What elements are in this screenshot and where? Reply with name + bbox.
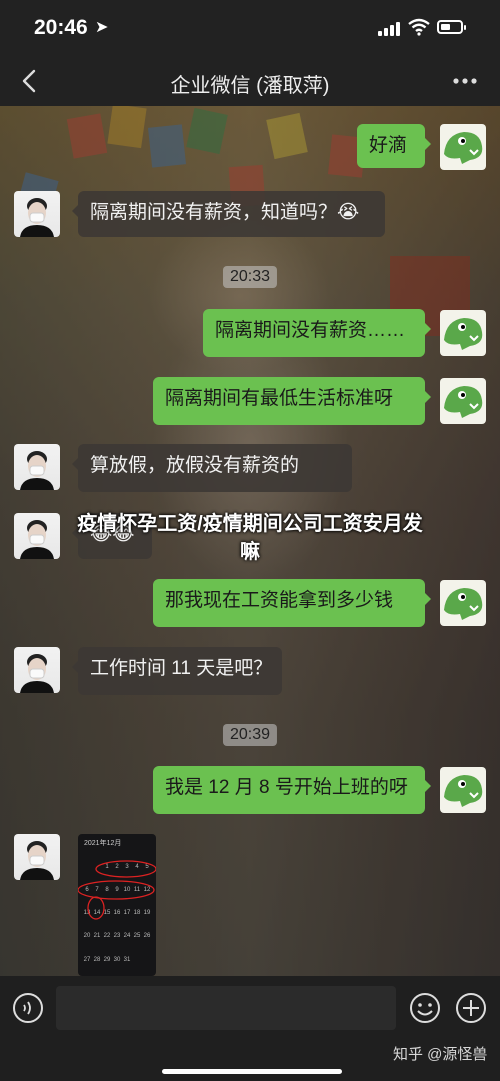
- person-avatar-icon[interactable]: [14, 191, 60, 237]
- chat-screen: 20:46 ➤ 企业微信 (潘取萍) 好滴 隔离期间没有薪资，知道吗？😭 20:…: [0, 0, 500, 1081]
- message-bubble-outgoing[interactable]: 隔离期间没有薪资……: [203, 309, 431, 357]
- location-arrow-icon: ➤: [95, 19, 109, 36]
- emoji-icon[interactable]: [409, 992, 441, 1024]
- status-time: 20:46: [34, 16, 88, 39]
- dinosaur-avatar-icon[interactable]: [440, 124, 486, 170]
- message-bubble-outgoing[interactable]: 好滴: [357, 124, 431, 168]
- dinosaur-avatar-icon[interactable]: [440, 767, 486, 813]
- message-input[interactable]: [56, 986, 396, 1030]
- signal-icon: [378, 20, 402, 36]
- input-bar: 知乎 @源怪兽: [0, 976, 500, 1081]
- battery-icon: [437, 20, 466, 34]
- plus-icon[interactable]: [455, 992, 487, 1024]
- chat-title: 企业微信 (潘取萍): [170, 75, 330, 97]
- nav-bar: 企业微信 (潘取萍): [0, 56, 500, 106]
- message-bubble-outgoing[interactable]: 隔离期间有最低生活标准呀: [153, 377, 431, 425]
- message-bubble-outgoing[interactable]: 那我现在工资能拿到多少钱: [153, 579, 431, 627]
- wifi-icon: [408, 18, 430, 36]
- message-timestamp: 20:33: [222, 266, 278, 288]
- watermark: 知乎 @源怪兽: [393, 1046, 488, 1063]
- more-icon[interactable]: [450, 68, 480, 94]
- dinosaur-avatar-icon[interactable]: [440, 310, 486, 356]
- person-avatar-icon[interactable]: [14, 444, 60, 490]
- voice-icon[interactable]: [12, 992, 44, 1024]
- dinosaur-avatar-icon[interactable]: [440, 378, 486, 424]
- message-bubble-incoming[interactable]: 工作时间 11 天是吧？: [72, 647, 282, 695]
- status-bar: 20:46 ➤: [0, 0, 500, 56]
- red-circle-annotation: [78, 860, 156, 920]
- message-timestamp: 20:39: [222, 724, 278, 746]
- message-bubble-incoming[interactable]: 隔离期间没有薪资，知道吗？😭: [72, 191, 385, 237]
- message-bubble-incoming[interactable]: 算放假，放假没有薪资的: [72, 444, 352, 492]
- person-avatar-icon[interactable]: [14, 834, 60, 880]
- home-indicator: [162, 1069, 342, 1074]
- person-avatar-icon[interactable]: [14, 513, 60, 559]
- calendar-image-message[interactable]: 2021年12月 1 2 3 4 56 7 8 9 10 11 1213 14 15 16 17 18 1920…: [78, 834, 156, 976]
- person-avatar-icon[interactable]: [14, 647, 60, 693]
- dinosaur-avatar-icon[interactable]: [440, 580, 486, 626]
- overlay-caption: 疫情怀孕工资/疫情期间公司工资安月发嘛: [77, 513, 423, 563]
- message-bubble-outgoing[interactable]: 我是 12 月 8 号开始上班的呀: [153, 766, 431, 814]
